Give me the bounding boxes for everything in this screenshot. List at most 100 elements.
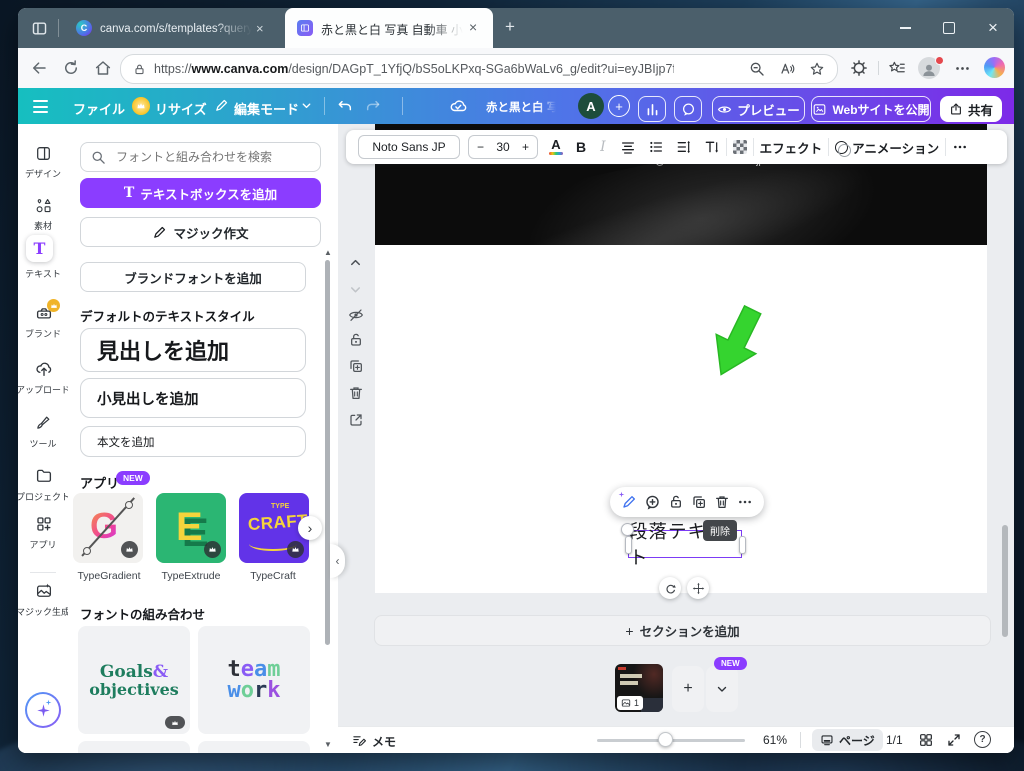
share-button[interactable]: 共有 [940, 96, 1002, 122]
preview-button[interactable]: プレビュー [712, 96, 805, 122]
layer-down-icon[interactable] [348, 282, 363, 297]
move-handle[interactable] [687, 577, 709, 599]
browser-tab-active[interactable]: 赤と黒と白 写真 自動車 小売 ウェブ × [285, 8, 493, 48]
magic-edit-icon[interactable] [621, 494, 637, 510]
align-icon[interactable] [620, 139, 636, 155]
effects-button[interactable]: エフェクト [760, 138, 823, 157]
font-combo-teamwork-tile[interactable]: team work [198, 626, 310, 734]
sidebar-item-apps[interactable]: アプリ [18, 515, 68, 559]
edit-mode-button[interactable]: 編集モード [234, 99, 299, 118]
font-size-minus[interactable]: − [477, 140, 484, 154]
resize-button[interactable]: リサイズ [155, 99, 207, 118]
apps-scroll-right-button[interactable]: › [298, 516, 322, 540]
sidebar-item-magic-media[interactable]: マジック生成 [18, 582, 68, 626]
panel-scroll-up-icon[interactable]: ▲ [324, 248, 332, 257]
notes-button[interactable]: メモ [372, 733, 396, 750]
style-body-card[interactable]: 本文を追加 [80, 426, 306, 457]
sidebar-item-projects[interactable]: プロジェクト [18, 467, 68, 511]
tab-close-icon[interactable]: × [256, 21, 264, 36]
back-icon[interactable] [30, 59, 48, 77]
file-menu-button[interactable]: ファイル [73, 99, 125, 118]
transparency-icon[interactable] [733, 140, 747, 154]
zoom-out-icon[interactable] [749, 61, 765, 77]
home-icon[interactable] [94, 59, 112, 77]
add-brand-font-button[interactable]: ブランドフォントを追加 [80, 262, 306, 292]
bullet-list-icon[interactable] [648, 139, 664, 155]
fullscreen-icon[interactable] [946, 732, 962, 748]
italic-button[interactable]: I [600, 139, 606, 155]
font-search-box[interactable] [80, 142, 321, 172]
resize-handle-right[interactable] [739, 536, 746, 554]
zoom-percent[interactable]: 61% [763, 733, 787, 747]
canvas-scrollbar[interactable] [1002, 525, 1008, 637]
add-textbox-button[interactable]: T テキストボックスを追加 [80, 178, 321, 208]
sidebar-item-text[interactable]: T テキスト [18, 235, 68, 285]
sidebar-item-design[interactable]: デザイン [18, 145, 68, 189]
delete-icon[interactable] [348, 385, 364, 401]
menu-hamburger-icon[interactable] [33, 100, 48, 113]
page-thumbnail[interactable]: 1 [615, 664, 663, 712]
redo-icon[interactable] [365, 98, 381, 114]
insights-button[interactable] [638, 96, 666, 122]
layer-up-icon[interactable] [348, 255, 363, 270]
browser-menu-dots-icon[interactable] [954, 60, 971, 77]
sidebar-item-tools[interactable]: ツール [18, 414, 68, 458]
favorites-bar-icon[interactable] [888, 59, 906, 77]
search-input[interactable] [114, 149, 308, 165]
pages-view-button[interactable]: ページ [812, 729, 883, 751]
duplicate-icon[interactable] [348, 358, 364, 374]
export-page-icon[interactable] [348, 412, 364, 428]
add-page-button[interactable]: + [672, 666, 704, 712]
sidebar-item-uploads[interactable]: アップロード [18, 360, 68, 404]
duplicate-icon[interactable] [691, 494, 707, 510]
app-typegradient-tile[interactable]: G [73, 493, 143, 563]
font-size-plus[interactable]: + [522, 140, 529, 154]
font-combo-partial-tile[interactable] [198, 741, 310, 753]
animate-button[interactable]: アニメーション [835, 138, 939, 157]
lock-icon[interactable] [668, 494, 684, 510]
sidebar-item-brand[interactable]: ブランド [18, 302, 68, 346]
zoom-slider-thumb[interactable] [658, 732, 673, 747]
panel-scroll-down-icon[interactable]: ▼ [324, 740, 332, 749]
lock-icon[interactable] [348, 332, 364, 348]
more-options-icon[interactable] [737, 494, 753, 510]
notes-icon[interactable] [352, 733, 367, 748]
font-size-value[interactable]: 30 [496, 140, 509, 154]
toolbar-more-icon[interactable] [952, 139, 968, 155]
tab-activities-icon[interactable] [31, 20, 48, 37]
comment-add-icon[interactable] [644, 494, 661, 511]
chevron-down-icon[interactable] [300, 99, 313, 112]
bookmark-star-icon[interactable] [809, 61, 825, 77]
magic-write-button[interactable]: マジック作文 [80, 217, 321, 247]
help-button[interactable]: ? [974, 731, 991, 748]
new-tab-button[interactable]: + [505, 17, 515, 37]
font-combo-partial-tile[interactable] [78, 741, 190, 753]
bold-button[interactable]: B [576, 139, 586, 155]
doc-title[interactable]: 赤と黒と白 写真 自... [486, 99, 556, 115]
style-subheading-card[interactable]: 小見出しを追加 [80, 378, 306, 418]
copilot-icon[interactable] [984, 57, 1005, 78]
ai-assistant-button[interactable] [25, 692, 61, 728]
collaborator-avatar[interactable]: A [578, 93, 604, 119]
style-heading-card[interactable]: 見出しを追加 [80, 328, 306, 372]
app-typeextrude-tile[interactable]: E E [156, 493, 226, 563]
vertical-text-icon[interactable] [704, 139, 720, 155]
read-aloud-icon[interactable] [779, 61, 795, 77]
browser-tab-inactive[interactable]: C canva.com/s/templates?query=自 × [64, 8, 283, 48]
panel-scrollbar[interactable] [325, 260, 330, 645]
font-combo-goals-tile[interactable]: Goals& objectives [78, 626, 190, 734]
text-color-button[interactable]: A [549, 139, 563, 156]
browser-essentials-icon[interactable] [850, 59, 868, 77]
hide-eye-icon[interactable] [348, 307, 364, 323]
font-family-select[interactable]: Noto Sans JP [358, 135, 460, 159]
rotate-handle[interactable] [659, 577, 681, 599]
window-minimize-button[interactable] [886, 8, 924, 48]
resize-handle-left[interactable] [625, 536, 632, 554]
comments-button[interactable] [674, 96, 702, 122]
font-size-stepper[interactable]: − 30 + [468, 135, 538, 159]
add-section-button[interactable]: + セクションを追加 [374, 615, 991, 646]
publish-website-button[interactable]: Webサイトを公開 [811, 96, 931, 122]
resize-handle-corner[interactable] [621, 523, 634, 536]
tab-close-icon[interactable]: × [469, 19, 477, 35]
expand-pages-button[interactable] [706, 666, 738, 712]
